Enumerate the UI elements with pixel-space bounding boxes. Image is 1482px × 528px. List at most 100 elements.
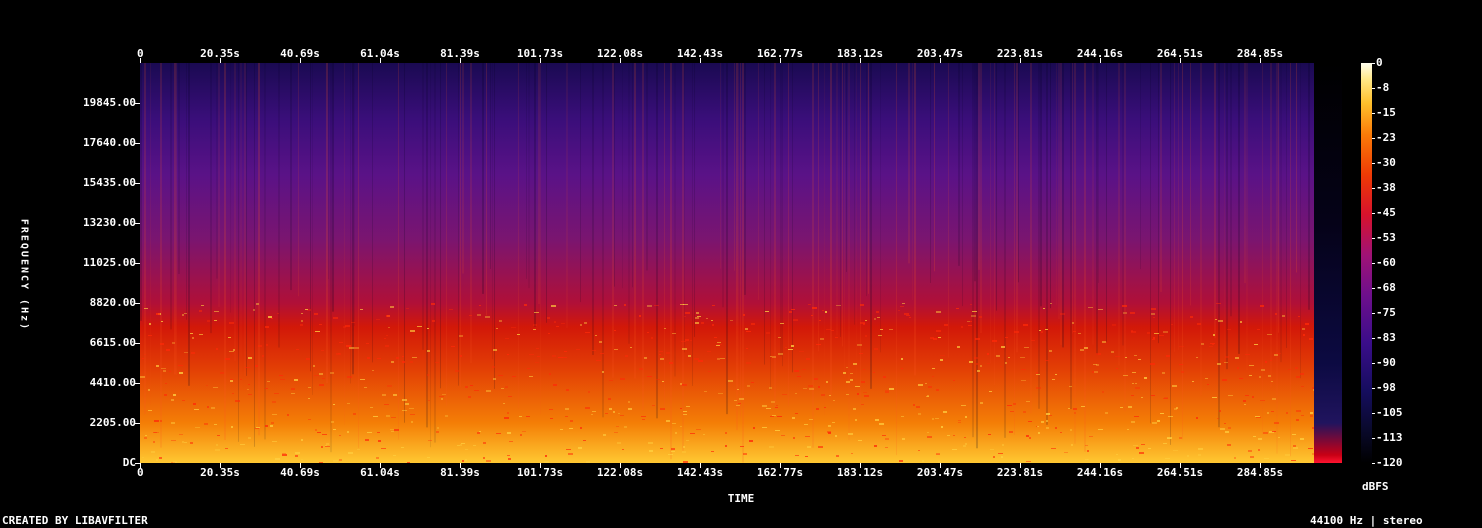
x-tick-mark xyxy=(940,58,941,63)
x-tick-mark xyxy=(220,58,221,63)
colorbar-tick-mark xyxy=(1372,113,1375,114)
colorbar-tick-mark xyxy=(1372,388,1375,389)
footer-sample-info: 44100 Hz | stereo xyxy=(1310,514,1423,527)
x-tick-label: 61.04s xyxy=(360,466,400,479)
colorbar-tick-label: -30 xyxy=(1376,156,1396,169)
colorbar-tick-mark xyxy=(1372,288,1375,289)
colorbar-tick-mark xyxy=(1372,163,1375,164)
x-tick-mark xyxy=(300,58,301,63)
spectrogram-texture xyxy=(140,63,1314,463)
x-tick-mark xyxy=(140,463,141,468)
x-tick-label: 122.08s xyxy=(596,466,644,479)
colorbar-tick-mark xyxy=(1372,313,1375,314)
y-axis-label: FREQUENCY (Hz) xyxy=(18,218,30,332)
y-tick-label: 4410.00 xyxy=(89,376,136,389)
colorbar-tick-mark xyxy=(1372,213,1375,214)
y-tick-mark xyxy=(135,463,140,464)
colorbar-tick-label: -90 xyxy=(1376,356,1396,369)
colorbar-tick-mark xyxy=(1372,188,1375,189)
x-tick-mark xyxy=(620,58,621,63)
x-tick-mark xyxy=(1260,463,1261,468)
y-tick-label: 8820.00 xyxy=(89,296,136,309)
x-tick-mark xyxy=(940,463,941,468)
x-tick-mark xyxy=(300,463,301,468)
colorbar-tick-label: -45 xyxy=(1376,206,1396,219)
y-tick-label: 17640.00 xyxy=(83,136,136,149)
x-tick-mark xyxy=(1100,58,1101,63)
x-tick-label: 223.81s xyxy=(996,466,1044,479)
y-tick-label: 11025.00 xyxy=(83,256,136,269)
colorbar-tick-mark xyxy=(1372,413,1375,414)
y-tick-label: 15435.00 xyxy=(83,176,136,189)
colorbar-tick-mark xyxy=(1372,338,1375,339)
y-tick-mark xyxy=(135,423,140,424)
colorbar-tick-label: -75 xyxy=(1376,306,1396,319)
x-tick-mark xyxy=(700,58,701,63)
x-tick-mark xyxy=(620,463,621,468)
y-tick-mark xyxy=(135,143,140,144)
y-tick-mark xyxy=(135,183,140,184)
x-tick-label: 162.77s xyxy=(756,466,804,479)
x-tick-mark xyxy=(1180,58,1181,63)
x-axis-label: TIME xyxy=(727,492,755,505)
colorbar-tick-label: -60 xyxy=(1376,256,1396,269)
x-tick-mark xyxy=(860,58,861,63)
colorbar-tick-label: -53 xyxy=(1376,231,1396,244)
y-tick-mark xyxy=(135,343,140,344)
x-tick-label: 284.85s xyxy=(1236,466,1284,479)
x-tick-mark xyxy=(540,463,541,468)
x-tick-mark xyxy=(380,463,381,468)
x-tick-label: 20.35s xyxy=(200,466,240,479)
x-tick-mark xyxy=(1020,58,1021,63)
colorbar-tick-mark xyxy=(1372,238,1375,239)
x-tick-label: 183.12s xyxy=(836,466,884,479)
colorbar-tick-mark xyxy=(1372,463,1375,464)
x-tick-mark xyxy=(1260,58,1261,63)
colorbar-tick-mark xyxy=(1372,263,1375,264)
y-tick-label: DC xyxy=(122,456,136,469)
y-tick-mark xyxy=(135,383,140,384)
x-tick-label: 142.43s xyxy=(676,466,724,479)
colorbar-tick-label: -23 xyxy=(1376,131,1396,144)
colorbar-tick-label: -98 xyxy=(1376,381,1396,394)
colorbar-tick-label: -38 xyxy=(1376,181,1396,194)
x-tick-mark xyxy=(460,58,461,63)
colorbar-tick-label: -120 xyxy=(1376,456,1403,469)
x-tick-label: 40.69s xyxy=(280,466,320,479)
colorbar-tick-mark xyxy=(1372,438,1375,439)
x-tick-label: 203.47s xyxy=(916,466,964,479)
y-tick-mark xyxy=(135,223,140,224)
y-tick-mark xyxy=(135,103,140,104)
x-tick-mark xyxy=(380,58,381,63)
colorbar-tick-label: -15 xyxy=(1376,106,1396,119)
y-tick-mark xyxy=(135,263,140,264)
x-tick-mark xyxy=(1020,463,1021,468)
spectrogram-fade-tail xyxy=(1314,63,1342,463)
x-tick-mark xyxy=(700,463,701,468)
y-tick-mark xyxy=(135,303,140,304)
y-tick-label: 13230.00 xyxy=(83,216,136,229)
colorbar-tick-label: -105 xyxy=(1376,406,1403,419)
colorbar-tick-label: -8 xyxy=(1376,81,1390,94)
colorbar-tick-label: -113 xyxy=(1376,431,1403,444)
x-tick-mark xyxy=(460,463,461,468)
colorbar xyxy=(1361,63,1372,463)
x-tick-label: 264.51s xyxy=(1156,466,1204,479)
colorbar-tick-mark xyxy=(1372,88,1375,89)
x-tick-mark xyxy=(140,58,141,63)
footer-credit: CREATED BY LIBAVFILTER xyxy=(2,514,148,527)
x-tick-mark xyxy=(1180,463,1181,468)
x-tick-label: 0 xyxy=(137,466,144,479)
y-tick-label: 2205.00 xyxy=(89,416,136,429)
colorbar-tick-label: -68 xyxy=(1376,281,1396,294)
colorbar-tick-mark xyxy=(1372,363,1375,364)
y-tick-label: 19845.00 xyxy=(83,96,136,109)
x-tick-mark xyxy=(220,463,221,468)
x-tick-mark xyxy=(1100,463,1101,468)
x-tick-label: 81.39s xyxy=(440,466,480,479)
colorbar-tick-mark xyxy=(1372,63,1375,64)
spectrogram-plot xyxy=(140,63,1314,463)
colorbar-label: dBFS xyxy=(1362,480,1389,493)
x-tick-mark xyxy=(540,58,541,63)
colorbar-tick-label: 0 xyxy=(1376,56,1383,69)
